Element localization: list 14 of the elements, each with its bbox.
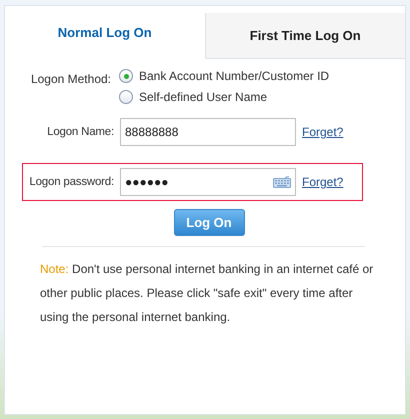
note-text: Note: Don't use personal internet banking in an internet café or other public places. Please click "safe exit" every time after using the personal internet banking. (40, 261, 374, 326)
radio-label: Self-defined User Name (139, 90, 268, 104)
radio-button[interactable] (119, 69, 133, 83)
keyboard-icon[interactable] (273, 176, 291, 188)
field-label: Logon password: (28, 176, 115, 188)
radio-button[interactable] (119, 90, 133, 104)
radio-label: Bank Account Number/Customer ID (139, 69, 330, 83)
field-label: Logon Method: (30, 71, 112, 86)
input-field[interactable]: ●●●●●● (120, 168, 296, 196)
input-field[interactable]: 88888888 (120, 118, 296, 146)
forgot-link[interactable]: Forget? (302, 175, 344, 189)
tab[interactable]: First Time Log On (204, 13, 405, 59)
forgot-link[interactable]: Forget? (302, 125, 344, 139)
field-label: Logon Name: (46, 126, 115, 138)
